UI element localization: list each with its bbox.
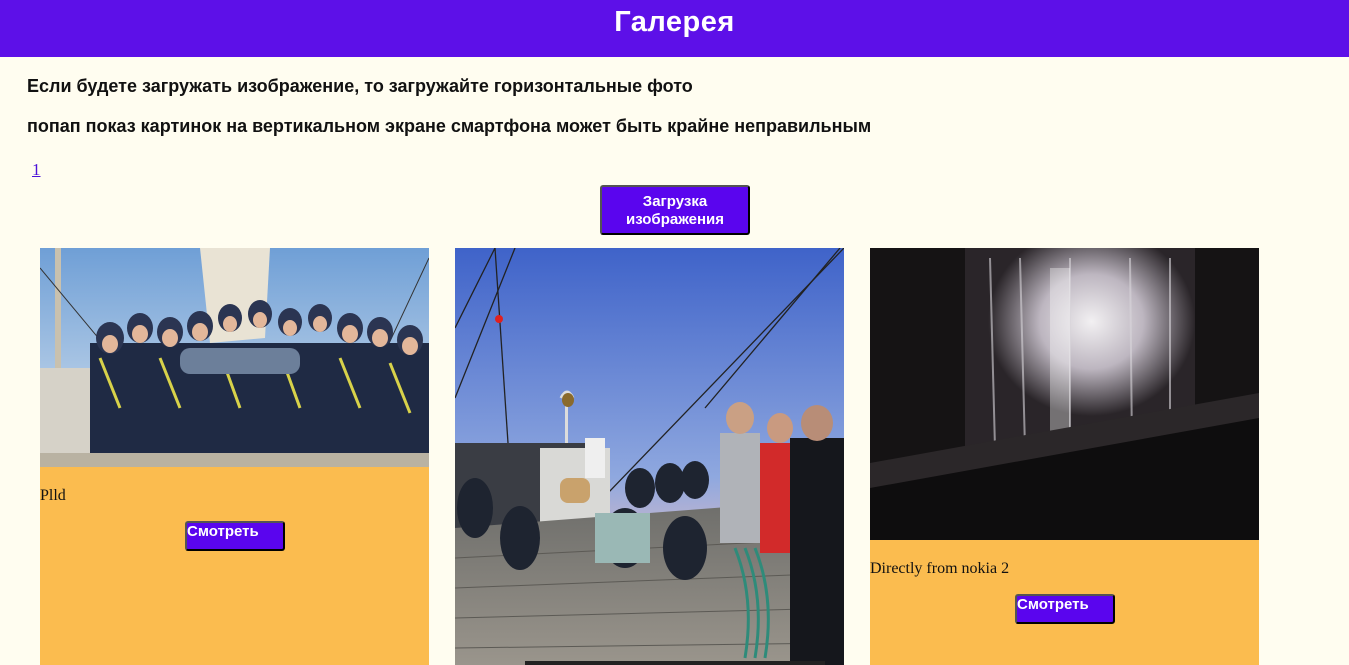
gallery-photo-group-on-ship[interactable] (40, 248, 429, 467)
view-button[interactable]: Смотреть (1015, 594, 1115, 624)
gallery-card (455, 248, 844, 665)
view-button-label: Смотреть (1017, 596, 1089, 613)
view-button-label: Смотреть (187, 523, 259, 540)
gallery-card-caption: Plld (40, 487, 66, 504)
gallery-card-caption: Directly from nokia 2 (870, 560, 1010, 577)
page-title: Галерея (614, 6, 735, 38)
upload-image-button[interactable]: Загрузка изображения (600, 185, 750, 235)
page-header: Галерея (0, 0, 1349, 57)
pagination-page-link[interactable]: 1 (32, 160, 41, 180)
gallery-photo-window[interactable] (870, 248, 1259, 540)
upload-notice-popup-warning: попап показ картинок на вертикальном экр… (27, 116, 872, 136)
upload-notice-horizontal: Если будете загружать изображение, то за… (27, 76, 693, 96)
gallery-card: Plld Смотреть (40, 248, 429, 665)
gallery-card: Directly from nokia 2 Смотреть (870, 248, 1259, 665)
gallery-photo-ship-deck-sunset[interactable] (455, 248, 844, 665)
view-button[interactable]: Смотреть (185, 521, 285, 551)
upload-image-button-label: Загрузка изображения (625, 192, 725, 228)
